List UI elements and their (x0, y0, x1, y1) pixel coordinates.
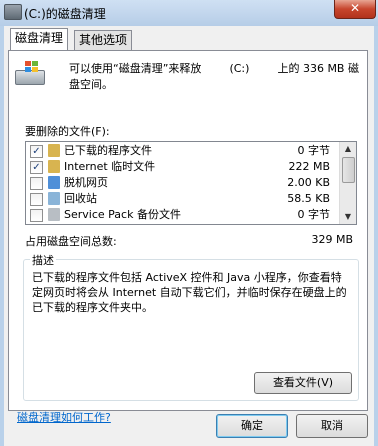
file-name: 脱机网页 (64, 176, 108, 189)
file-size: 58.5 KB (287, 192, 330, 205)
intro-text: 可以使用“磁盘清理”来释放 (C:) 上的 336 MB 磁 盘空间。 (69, 61, 359, 93)
file-size: 0 字节 (297, 208, 331, 221)
intro-part-1: 可以使用“磁盘清理”来释放 (69, 62, 202, 75)
help-link[interactable]: 磁盘清理如何工作? (17, 409, 111, 425)
list-item[interactable]: ✓ Internet 临时文件 222 MB (26, 159, 338, 175)
file-name: Internet 临时文件 (64, 160, 156, 173)
title-bar: (C:)的磁盘清理 ✕ (0, 0, 378, 26)
scroll-thumb[interactable] (342, 157, 355, 183)
disk-cleanup-icon (4, 4, 22, 20)
tab-more-options[interactable]: 其他选项 (74, 30, 133, 50)
description-legend: 描述 (30, 252, 56, 268)
view-files-button[interactable]: 查看文件(V) (254, 372, 352, 394)
file-name: 回收站 (64, 192, 97, 205)
total-space-value: 329 MB (311, 233, 353, 246)
description-group: 描述 已下载的程序文件包括 ActiveX 控件和 Java 小程序，你查看特定… (23, 252, 359, 401)
list-scrollbar[interactable]: ▲ ▼ (339, 142, 356, 224)
folder-icon (48, 160, 60, 173)
list-item[interactable]: 回收站 58.5 KB (26, 191, 338, 207)
description-text: 已下载的程序文件包括 ActiveX 控件和 Java 小程序，你查看特定网页时… (32, 271, 347, 314)
ok-button[interactable]: 确定 (216, 414, 288, 438)
scroll-down-icon[interactable]: ▼ (340, 210, 356, 224)
intro-drive: (C:) (229, 62, 250, 75)
list-item[interactable]: ✓ 已下载的程序文件 0 字节 (26, 143, 338, 159)
tab-disk-cleanup[interactable]: 磁盘清理 (10, 28, 69, 50)
file-name: Service Pack 备份文件 (64, 208, 181, 221)
offline-webpage-icon (48, 176, 60, 189)
backup-file-icon (48, 208, 60, 221)
file-size: 2.00 KB (287, 176, 330, 189)
checkbox[interactable]: ✓ (30, 145, 43, 158)
checkbox[interactable]: ✓ (30, 161, 43, 174)
scroll-up-icon[interactable]: ▲ (340, 142, 356, 156)
cancel-button[interactable]: 取消 (296, 414, 368, 438)
window-title: (C:)的磁盘清理 (24, 7, 106, 21)
checkbox[interactable] (30, 193, 43, 206)
checkbox[interactable] (30, 209, 43, 222)
files-list[interactable]: ✓ 已下载的程序文件 0 字节 ✓ Internet 临时文件 222 MB 脱… (25, 141, 357, 225)
list-item[interactable]: Service Pack 备份文件 0 字节 (26, 207, 338, 223)
close-button[interactable]: ✕ (334, 0, 376, 19)
file-size: 0 字节 (297, 144, 331, 157)
file-size: 222 MB (288, 160, 330, 173)
drive-icon (15, 58, 45, 85)
intro-part-3: 上的 336 MB 磁 (277, 62, 359, 75)
tab-panel: 可以使用“磁盘清理”来释放 (C:) 上的 336 MB 磁 盘空间。 要删除的… (8, 50, 368, 424)
list-item[interactable]: 脱机网页 2.00 KB (26, 175, 338, 191)
total-space-label: 占用磁盘空间总数: (25, 235, 117, 248)
files-to-delete-label: 要删除的文件(F): (25, 125, 110, 138)
intro-line-2: 盘空间。 (69, 78, 113, 91)
folder-icon (48, 144, 60, 157)
file-name: 已下载的程序文件 (64, 144, 152, 157)
dialog-body: 磁盘清理 其他选项 可以使用“磁盘清理”来释放 (C:) 上的 336 MB 磁… (4, 26, 374, 446)
checkbox[interactable] (30, 177, 43, 190)
recycle-bin-icon (48, 192, 60, 205)
